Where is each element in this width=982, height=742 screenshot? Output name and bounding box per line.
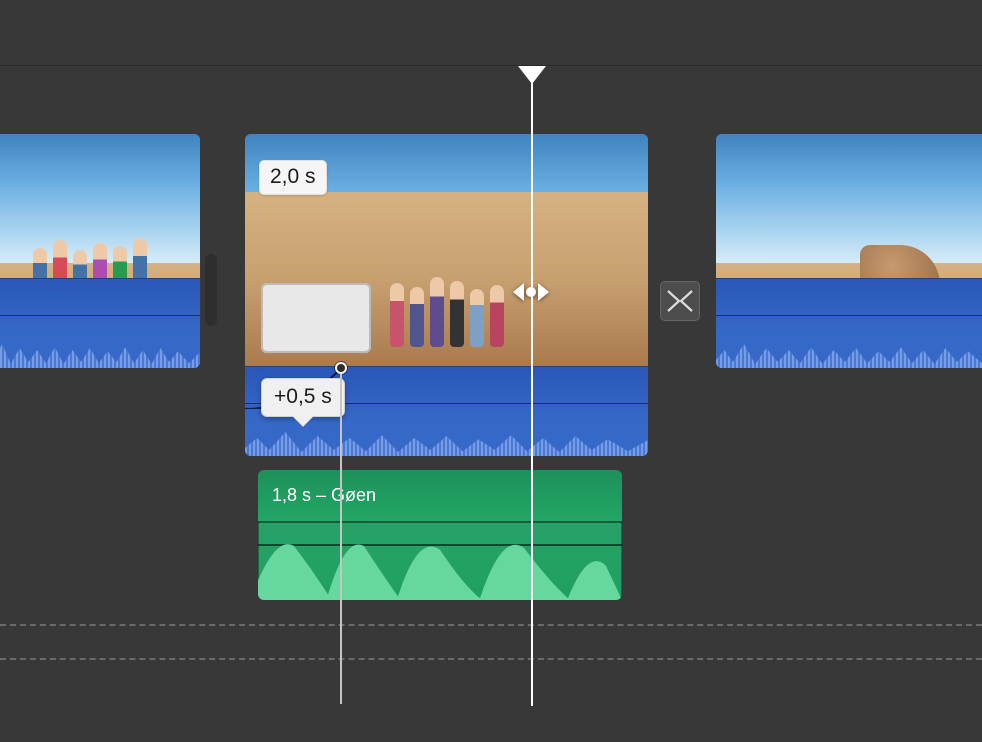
video-clip-3[interactable] <box>716 134 982 368</box>
fade-amount-value: +0,5 s <box>274 385 332 408</box>
playhead[interactable] <box>531 66 533 706</box>
audio-clip-label: 1,8 s – Gøen <box>272 485 376 506</box>
audio-clip-goen[interactable]: 1,8 s – Gøen <box>258 470 622 600</box>
track-guide-line-1 <box>0 624 982 626</box>
scrollbar-handle[interactable] <box>205 254 217 326</box>
fade-handle-guide-line <box>340 374 342 704</box>
track-guide-line-2 <box>0 658 982 660</box>
clip-1-audio[interactable] <box>0 278 200 368</box>
fade-in-handle[interactable] <box>335 362 347 374</box>
timeline[interactable]: 2,0 s +0,5 s <box>0 0 982 742</box>
clip-duration-badge: 2,0 s <box>259 160 327 195</box>
clip-3-audio[interactable] <box>716 278 982 368</box>
audio-waveform <box>258 522 622 600</box>
video-clip-1[interactable] <box>0 134 200 368</box>
timeline-header-gap <box>0 0 982 66</box>
fade-amount-tooltip: +0,5 s <box>261 378 345 417</box>
transition-icon[interactable] <box>660 281 700 321</box>
